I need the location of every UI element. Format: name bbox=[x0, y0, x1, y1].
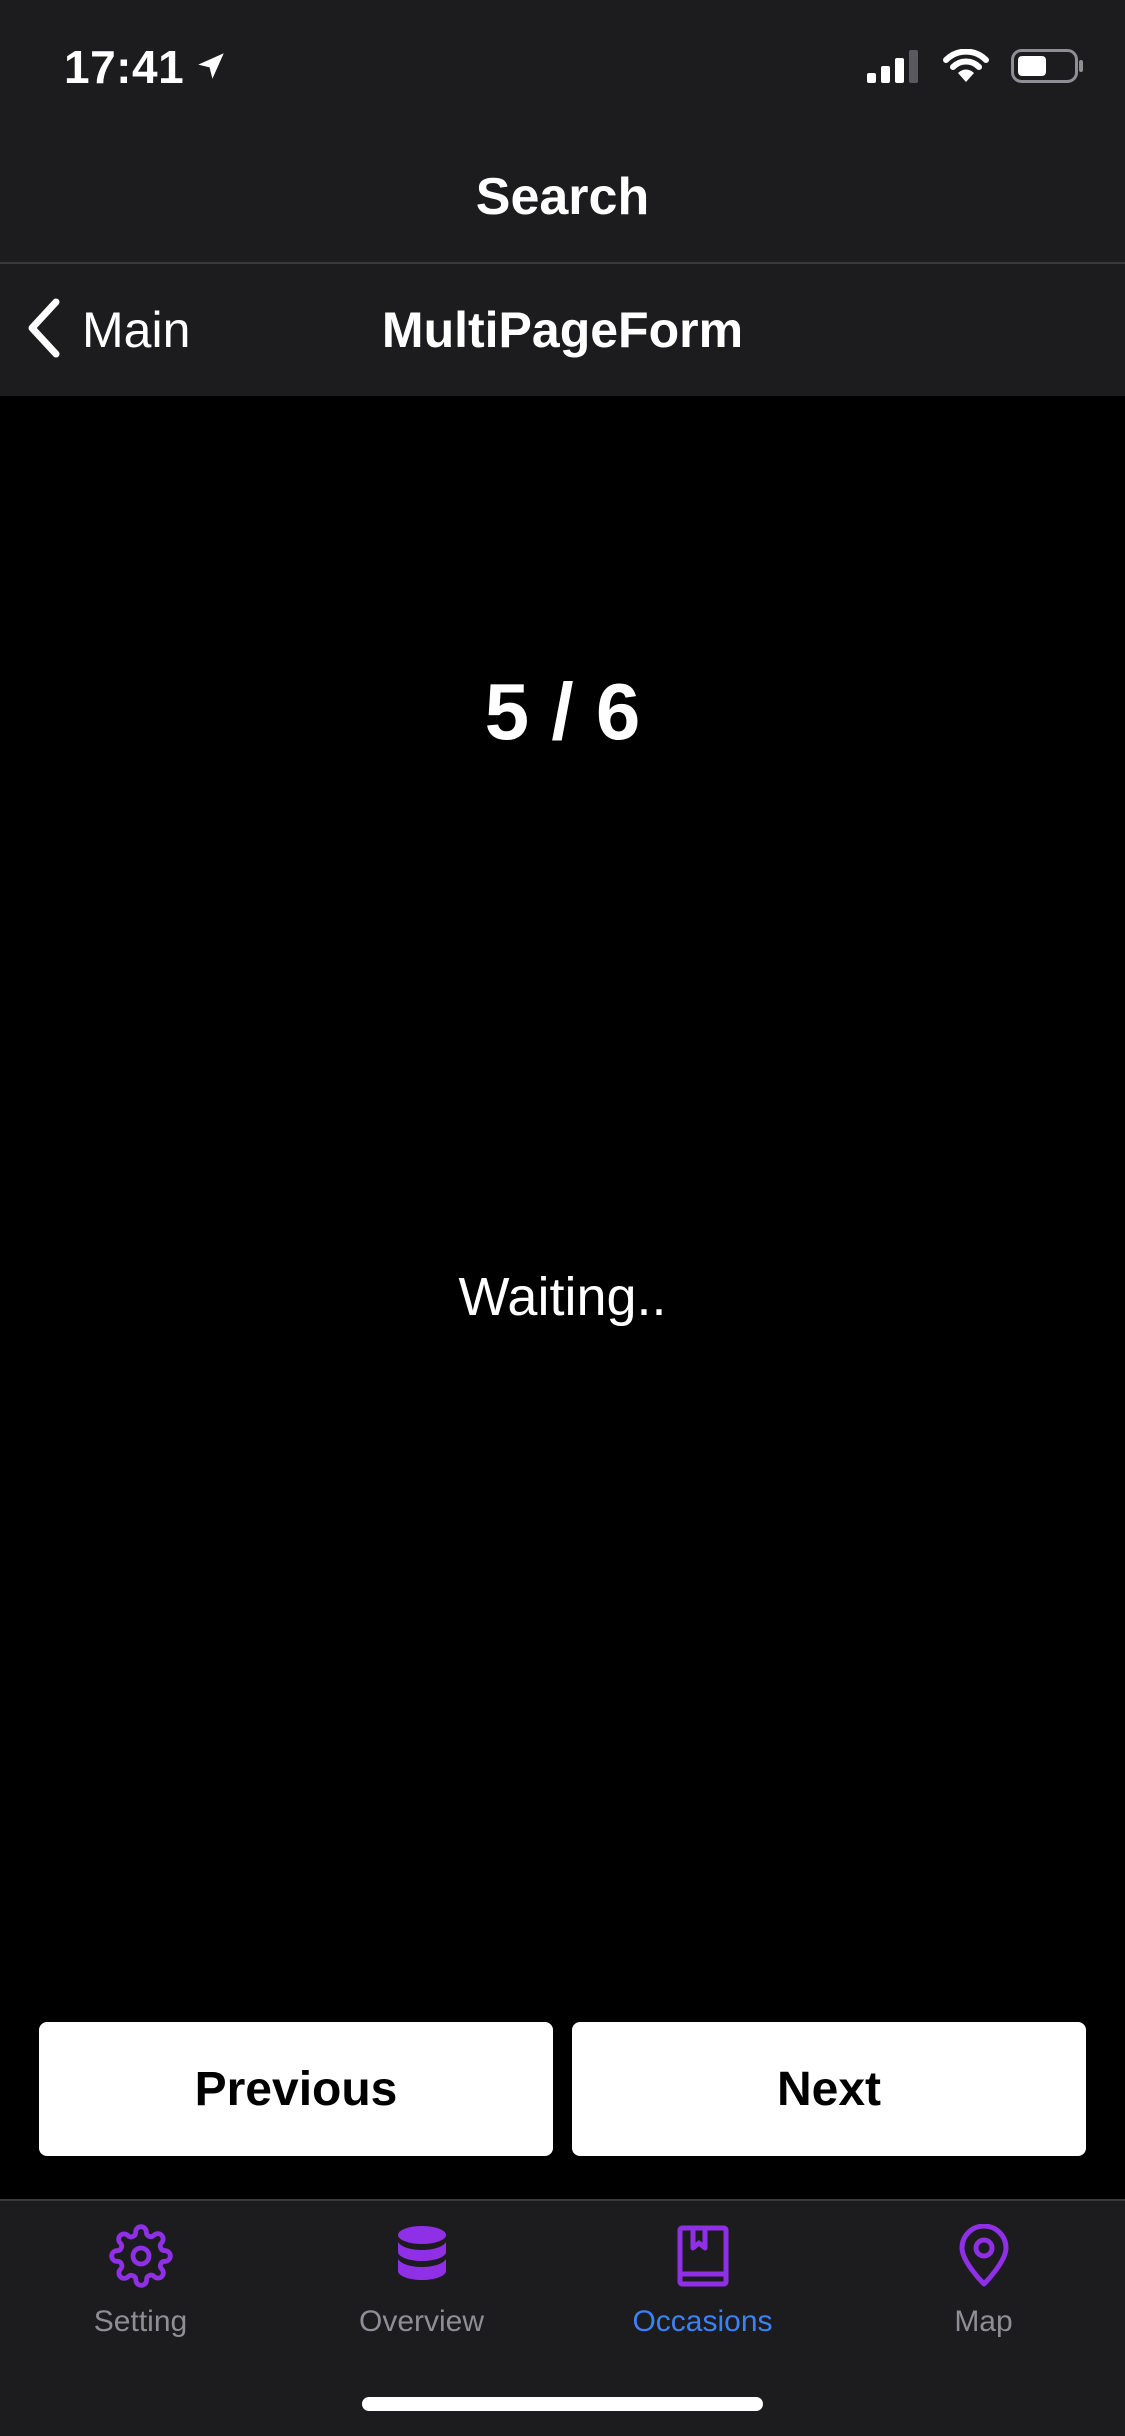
tab-occasions[interactable]: Occasions bbox=[562, 2221, 843, 2371]
previous-button[interactable]: Previous bbox=[39, 2022, 553, 2156]
map-pin-icon bbox=[949, 2221, 1019, 2291]
tab-label: Setting bbox=[93, 2305, 188, 2338]
nav-bar: Main MultiPageForm bbox=[0, 264, 1125, 396]
battery-icon bbox=[1011, 48, 1085, 89]
gear-icon bbox=[106, 2221, 176, 2291]
tab-overview[interactable]: Overview bbox=[281, 2221, 562, 2371]
database-icon bbox=[387, 2221, 457, 2291]
book-icon bbox=[668, 2221, 738, 2291]
page-counter: 5 / 6 bbox=[484, 667, 641, 756]
tab-label: Map bbox=[954, 2305, 1013, 2338]
wifi-icon bbox=[943, 48, 989, 88]
title-bar-title: Search bbox=[475, 167, 650, 226]
back-button[interactable]: Main bbox=[22, 264, 190, 396]
status-time: 17:41 bbox=[64, 40, 228, 94]
home-indicator[interactable] bbox=[362, 2397, 763, 2411]
title-bar: Search bbox=[0, 135, 1125, 264]
chevron-left-icon bbox=[22, 296, 66, 365]
next-button[interactable]: Next bbox=[572, 2022, 1086, 2156]
status-indicators bbox=[867, 48, 1085, 89]
location-arrow-icon bbox=[194, 40, 228, 94]
status-text: Waiting.. bbox=[458, 1267, 667, 1327]
back-button-label: Main bbox=[82, 302, 191, 358]
tab-label: Overview bbox=[358, 2305, 485, 2338]
status-time-text: 17:41 bbox=[64, 41, 185, 93]
form-content: 5 / 6 Waiting.. Previous Next bbox=[0, 396, 1125, 2199]
cellular-signal-icon bbox=[867, 49, 921, 88]
status-bar: 17:41 bbox=[0, 0, 1125, 135]
tab-map[interactable]: Map bbox=[843, 2221, 1124, 2371]
tab-setting[interactable]: Setting bbox=[0, 2221, 281, 2371]
tab-label: Occasions bbox=[632, 2305, 773, 2338]
